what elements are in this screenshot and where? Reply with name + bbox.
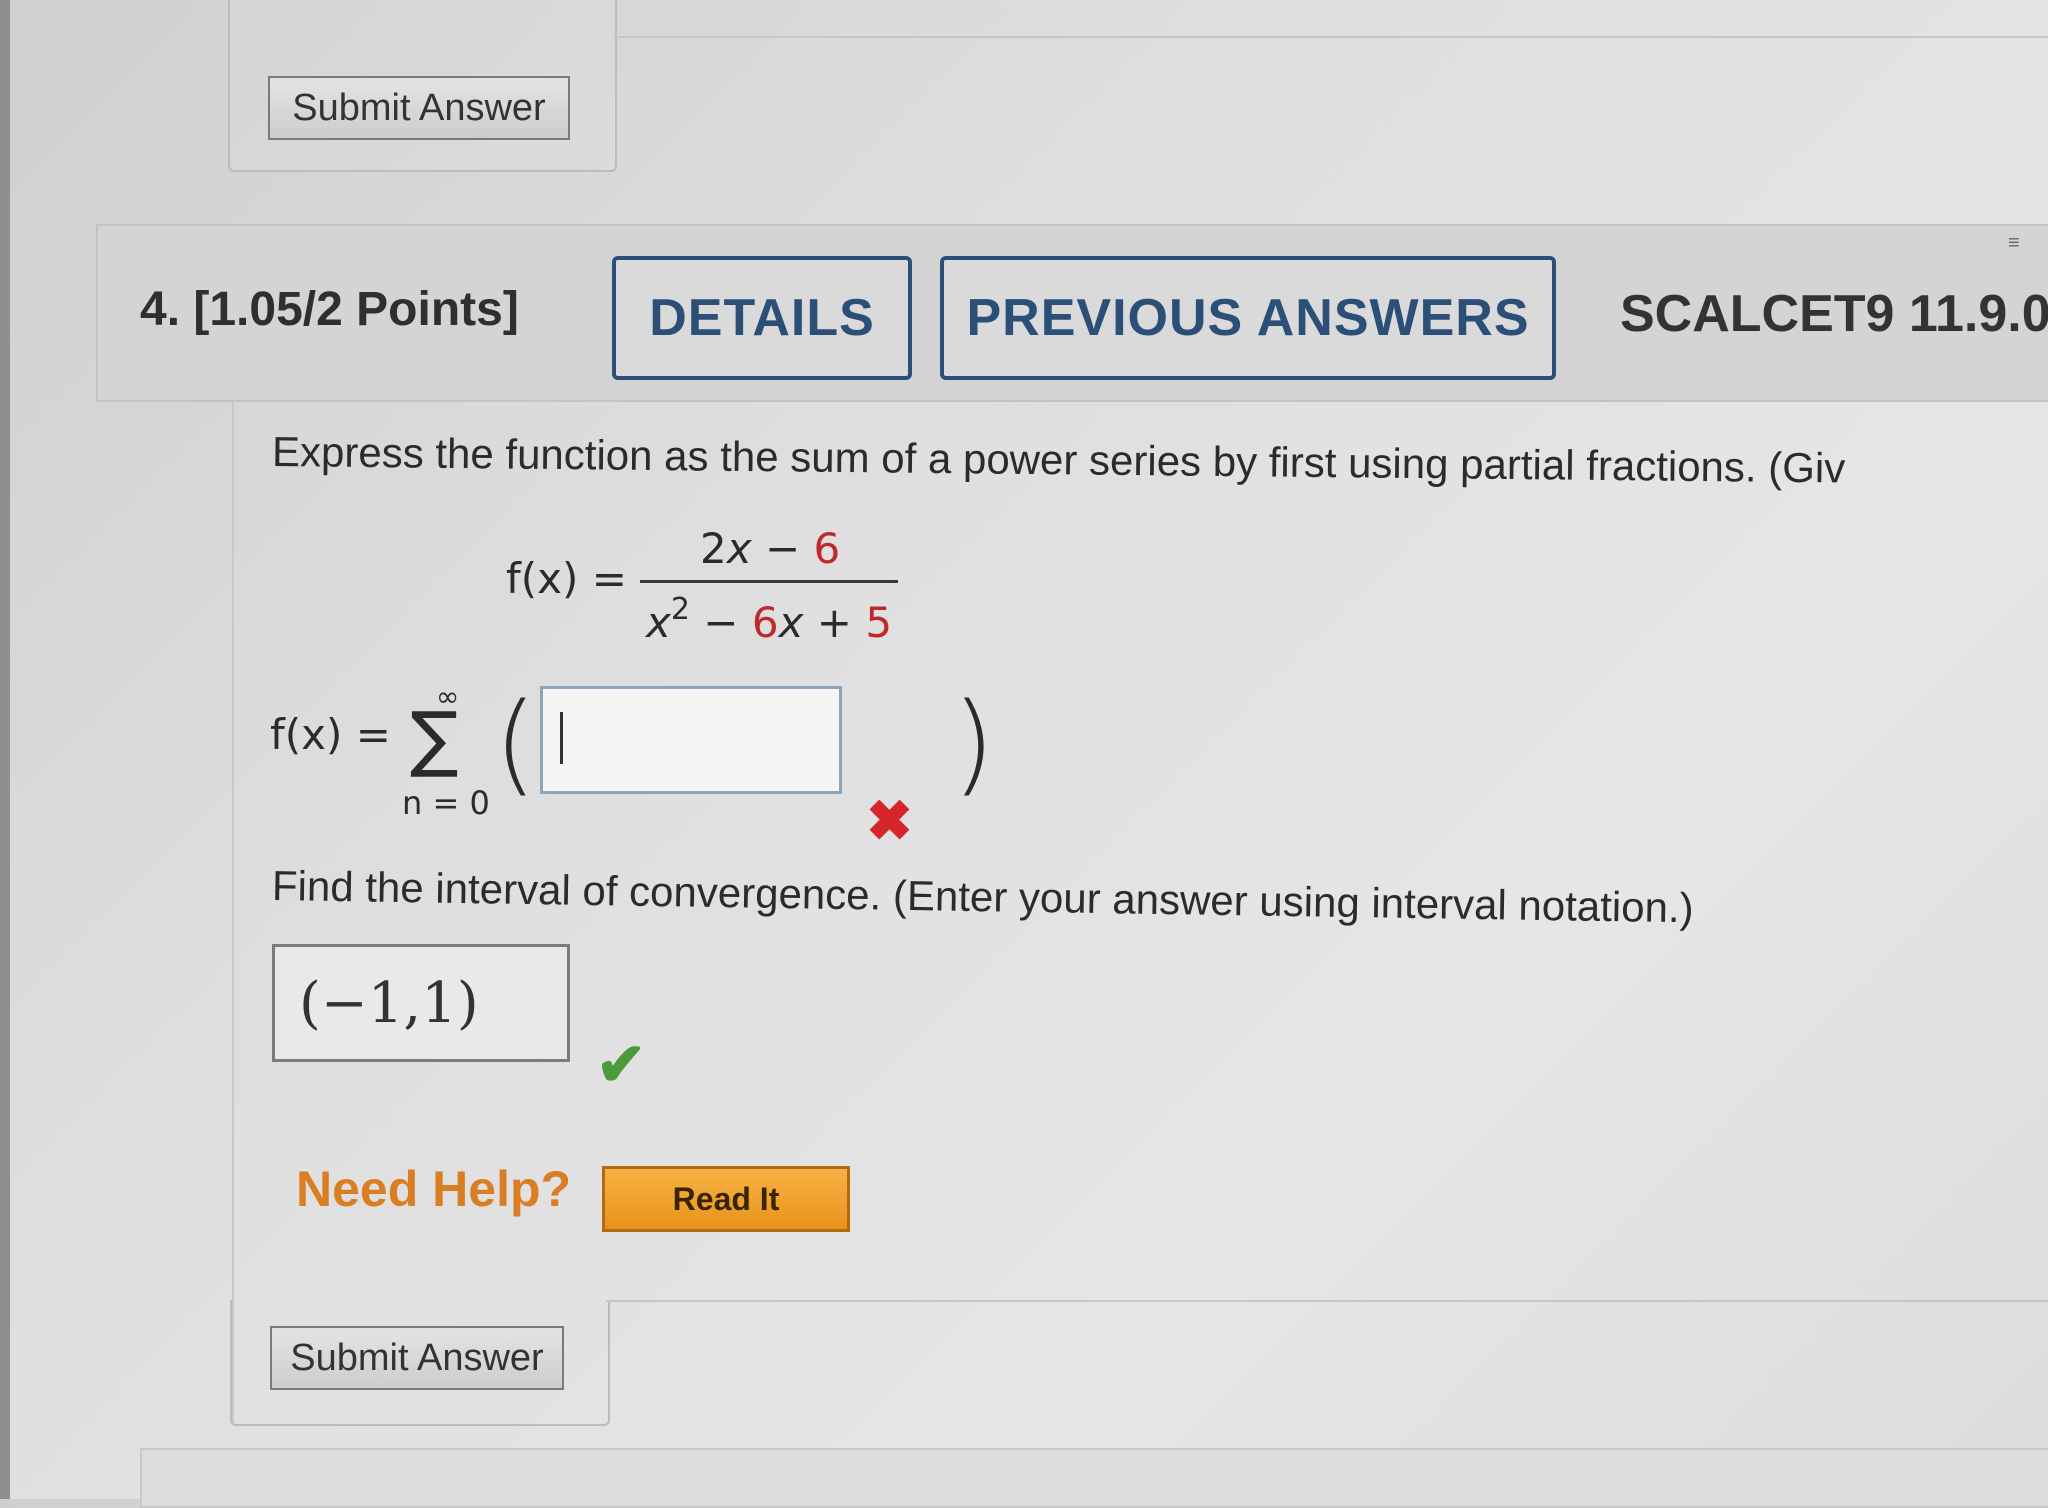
need-help-label: Need Help? — [296, 1161, 572, 1217]
question-reference: SCALCET9 11.9.0 — [1620, 285, 2048, 343]
function-denominator: x2 − 6x + 5 — [646, 592, 893, 647]
fraction-bar — [640, 580, 898, 583]
function-lhs: f(x) = — [506, 554, 627, 603]
correct-check-icon: ✔ — [596, 1031, 647, 1098]
question-number: 4. — [140, 283, 181, 336]
panel-divider-bottom — [606, 1300, 2048, 1302]
interval-answer-input[interactable]: (−1,1) — [272, 944, 570, 1062]
power-series-answer-input[interactable] — [540, 686, 842, 794]
sum-lower-limit: n = 0 — [402, 784, 490, 822]
close-parenthesis: ) — [952, 679, 995, 807]
open-parenthesis: ( — [494, 679, 537, 807]
screen-edge — [0, 0, 10, 1499]
details-button[interactable]: DETAILS — [612, 256, 912, 380]
menu-icon[interactable]: ≡ — [2008, 232, 2020, 255]
text-cursor — [560, 712, 563, 764]
incorrect-icon: ✖ — [866, 789, 913, 852]
series-lhs: f(x) = — [270, 710, 391, 759]
panel-divider — [613, 36, 2048, 38]
previous-answers-button[interactable]: PREVIOUS ANSWERS — [940, 256, 1556, 380]
question-number-points: 4. [1.05/2 Points] — [140, 282, 519, 337]
submit-answer-button-top[interactable]: Submit Answer — [268, 76, 570, 140]
summation-symbol: ∑ — [410, 696, 459, 780]
question-points: [1.05/2 Points] — [193, 283, 519, 336]
next-question-panel — [140, 1448, 2048, 1508]
read-it-button[interactable]: Read It — [602, 1166, 850, 1232]
submit-answer-button[interactable]: Submit Answer — [270, 1326, 564, 1390]
function-numerator: 2x − 6 — [700, 524, 841, 573]
